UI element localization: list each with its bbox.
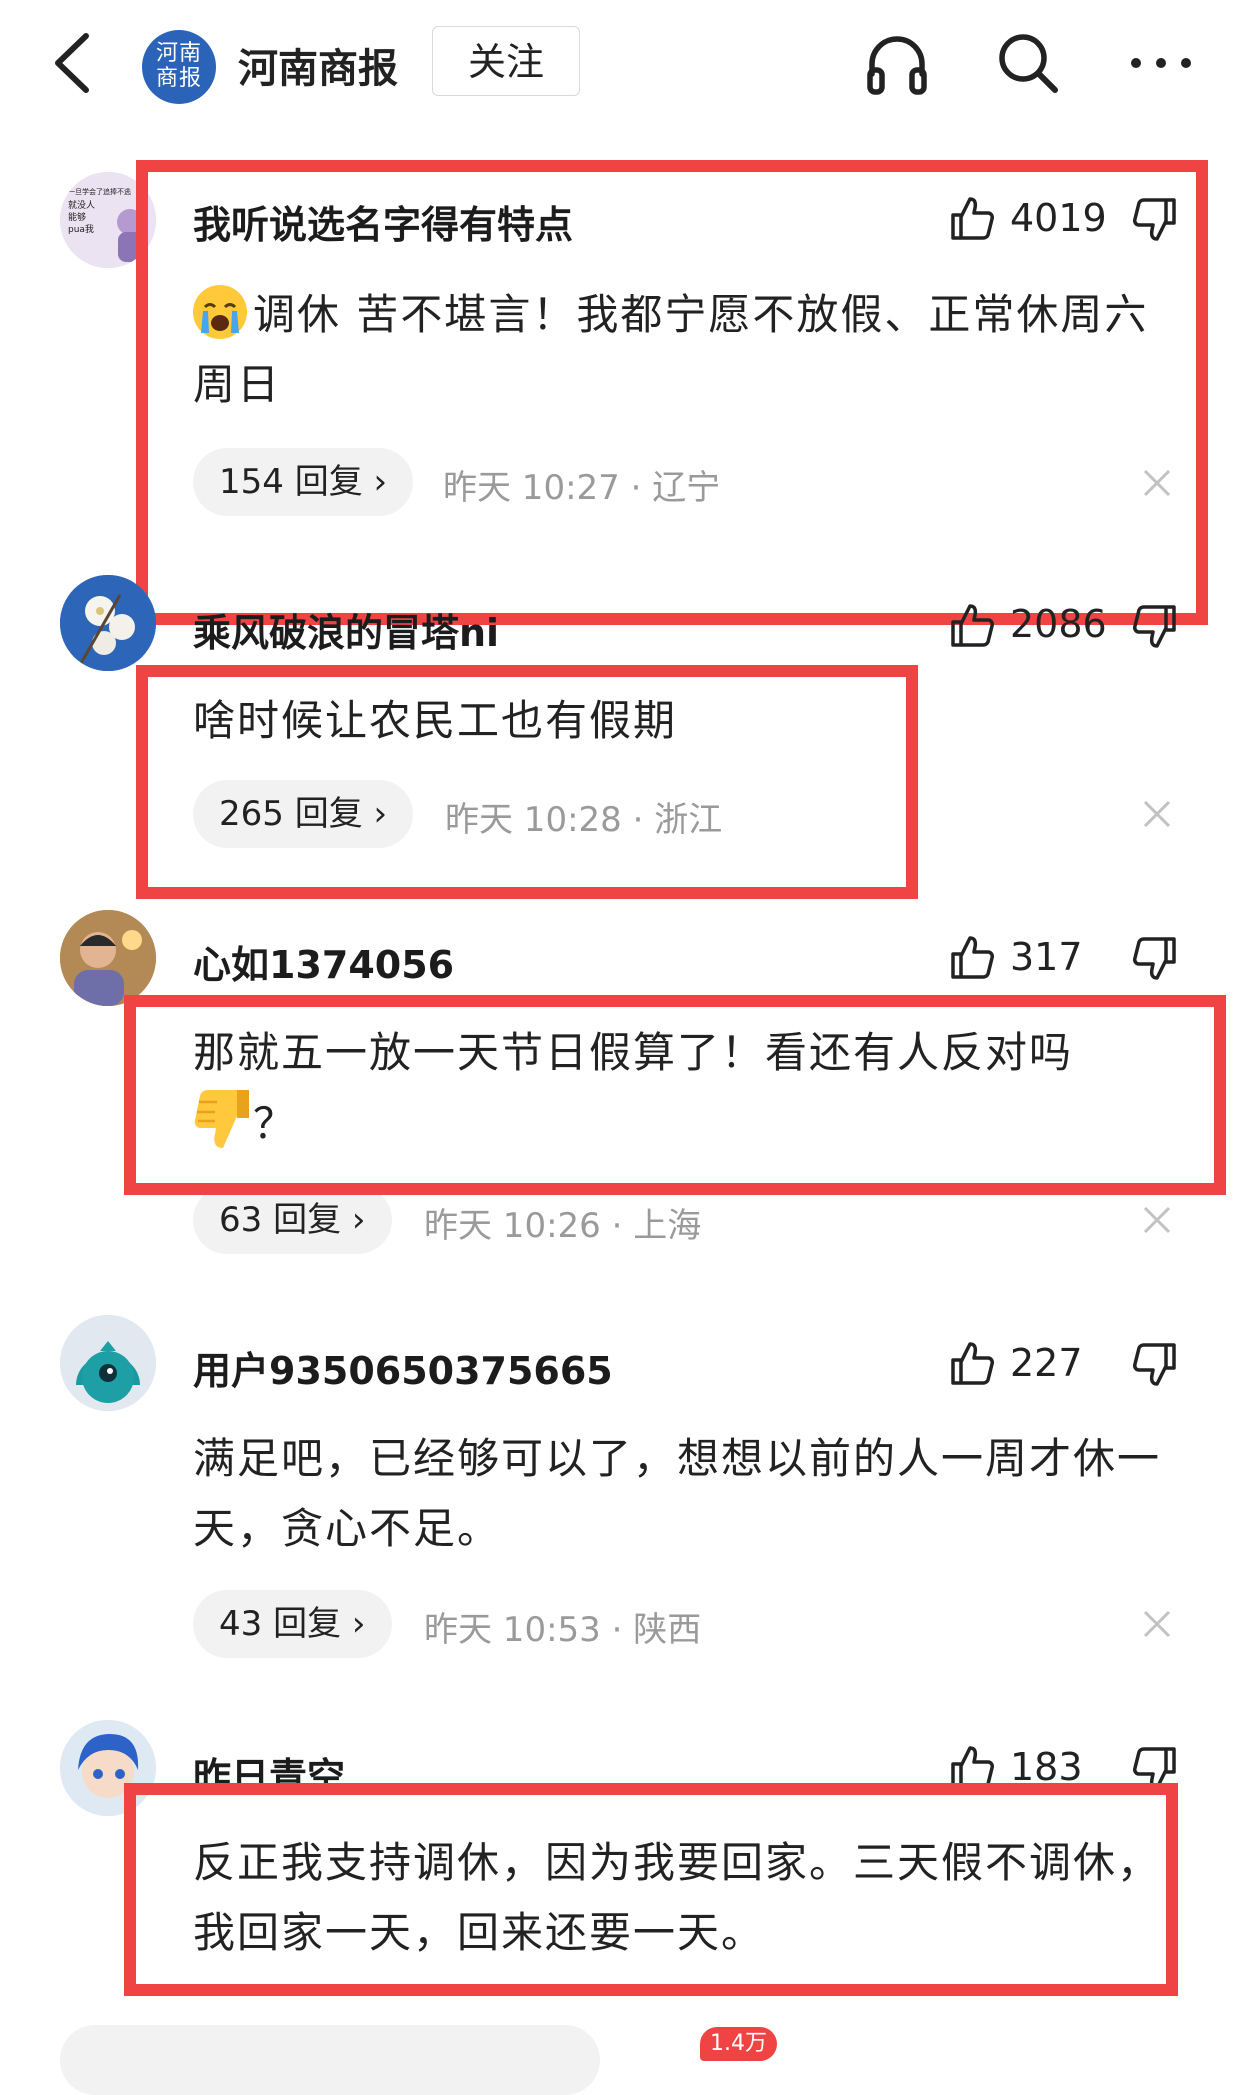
- avatar[interactable]: [60, 910, 156, 1006]
- svg-text:pua我: pua我: [68, 224, 94, 235]
- thumbs-down-icon[interactable]: [1133, 197, 1177, 243]
- close-icon[interactable]: [1140, 797, 1174, 831]
- comment-text: 调休 苦不堪言！我都宁愿不放假、正常休周六周日: [193, 280, 1173, 420]
- avatar-image: [60, 575, 156, 671]
- svg-text:一旦学会了追捧不逃: 一旦学会了追捧不逃: [68, 187, 131, 196]
- thumbs-down-emoji: [194, 1090, 249, 1148]
- more-icon[interactable]: [1128, 30, 1194, 96]
- close-icon[interactable]: [1140, 466, 1174, 500]
- comment-text: 啥时候让农民工也有假期: [193, 696, 678, 745]
- avatar[interactable]: [60, 1315, 156, 1411]
- bottom-comment-bar: [0, 2015, 1241, 2095]
- comment-input[interactable]: [60, 2025, 600, 2095]
- comment-text: 那就五一放一天节日假算了！看还有人反对吗 ？: [193, 1018, 1173, 1159]
- chevron-right-icon: ›: [351, 1604, 366, 1644]
- like-count: 227: [1010, 1341, 1083, 1385]
- comment-text-suffix: ？: [253, 1099, 298, 1148]
- like-count: 2086: [1010, 602, 1107, 646]
- svg-text:就没人: 就没人: [68, 199, 95, 211]
- crying-face-emoji: [193, 285, 247, 339]
- chevron-right-icon: ›: [351, 1200, 366, 1240]
- thumbs-down-icon[interactable]: [1133, 1342, 1177, 1388]
- comment-count-badge: 1.4万: [700, 2027, 777, 2061]
- follow-button[interactable]: 关注: [432, 26, 580, 96]
- headphones-icon[interactable]: [864, 30, 930, 96]
- chevron-right-icon: ›: [373, 794, 388, 834]
- replies-button[interactable]: 63 回复 ›: [193, 1186, 392, 1254]
- thumbs-down-icon[interactable]: [1133, 1746, 1177, 1792]
- comment-text: 反正我支持调休，因为我要回家。三天假不调休，我回家一天，回来还要一天。: [193, 1838, 1162, 1957]
- thumbs-down-icon[interactable]: [1133, 604, 1177, 650]
- username[interactable]: 昨日青空: [193, 1746, 345, 1801]
- svg-text:能够: 能够: [68, 211, 86, 223]
- avatar[interactable]: [60, 575, 156, 671]
- comment-meta: 昨天 10:53 · 陕西: [424, 1610, 702, 1650]
- replies-button[interactable]: 154 回复 ›: [193, 448, 414, 516]
- chevron-right-icon: ›: [373, 462, 388, 502]
- thumbs-up-icon[interactable]: [950, 1340, 994, 1386]
- thumbs-up-icon[interactable]: [950, 602, 994, 648]
- avatar-image: 一旦学会了追捧不逃 就没人 能够 pua我: [60, 172, 156, 268]
- username[interactable]: 乘风破浪的冒塔ni: [193, 602, 499, 657]
- publisher-logo[interactable]: 河南 商报: [142, 30, 216, 104]
- like-count: 317: [1010, 935, 1083, 979]
- username[interactable]: 用户9350650375665: [193, 1340, 613, 1395]
- comment-meta: 昨天 10:28 · 浙江: [445, 800, 723, 840]
- replies-count: 154 回复: [219, 462, 363, 502]
- username[interactable]: 心如1374056: [193, 934, 454, 989]
- replies-button[interactable]: 265 回复 ›: [193, 780, 414, 848]
- thumbs-up-icon[interactable]: [950, 195, 994, 241]
- avatar-image: [60, 1315, 156, 1411]
- chevron-left-icon[interactable]: [48, 28, 98, 98]
- replies-count: 265 回复: [219, 794, 363, 834]
- publisher-name[interactable]: 河南商报: [238, 36, 398, 94]
- thumbs-down-icon[interactable]: [1133, 936, 1177, 982]
- avatar-image: [60, 1720, 156, 1816]
- thumbs-up-icon[interactable]: [950, 1744, 994, 1790]
- comment-meta: 昨天 10:26 · 上海: [424, 1206, 702, 1246]
- comment-text-body: 那就五一放一天节日假算了！看还有人反对吗: [193, 1028, 1074, 1077]
- replies-count: 63 回复: [219, 1200, 342, 1240]
- comment-text: 满足吧，已经够可以了，想想以前的人一周才休一天，贪心不足。: [193, 1434, 1162, 1553]
- replies-count: 43 回复: [219, 1604, 342, 1644]
- close-icon[interactable]: [1140, 1203, 1174, 1237]
- avatar[interactable]: 一旦学会了追捧不逃 就没人 能够 pua我: [60, 172, 156, 268]
- username[interactable]: 我听说选名字得有特点: [193, 194, 573, 249]
- thumbs-up-icon[interactable]: [950, 934, 994, 980]
- like-count: 4019: [1010, 196, 1107, 240]
- top-nav-bar: 河南 商报 河南商报 关注: [0, 0, 1241, 125]
- avatar-image: [60, 910, 156, 1006]
- comment-text-body: 调休 苦不堪言！我都宁愿不放假、正常休周六周日: [193, 290, 1149, 409]
- search-icon[interactable]: [995, 30, 1061, 96]
- like-count: 183: [1010, 1745, 1083, 1789]
- replies-button[interactable]: 43 回复 ›: [193, 1590, 392, 1658]
- avatar[interactable]: [60, 1720, 156, 1816]
- comment-meta: 昨天 10:27 · 辽宁: [443, 468, 721, 508]
- close-icon[interactable]: [1140, 1607, 1174, 1641]
